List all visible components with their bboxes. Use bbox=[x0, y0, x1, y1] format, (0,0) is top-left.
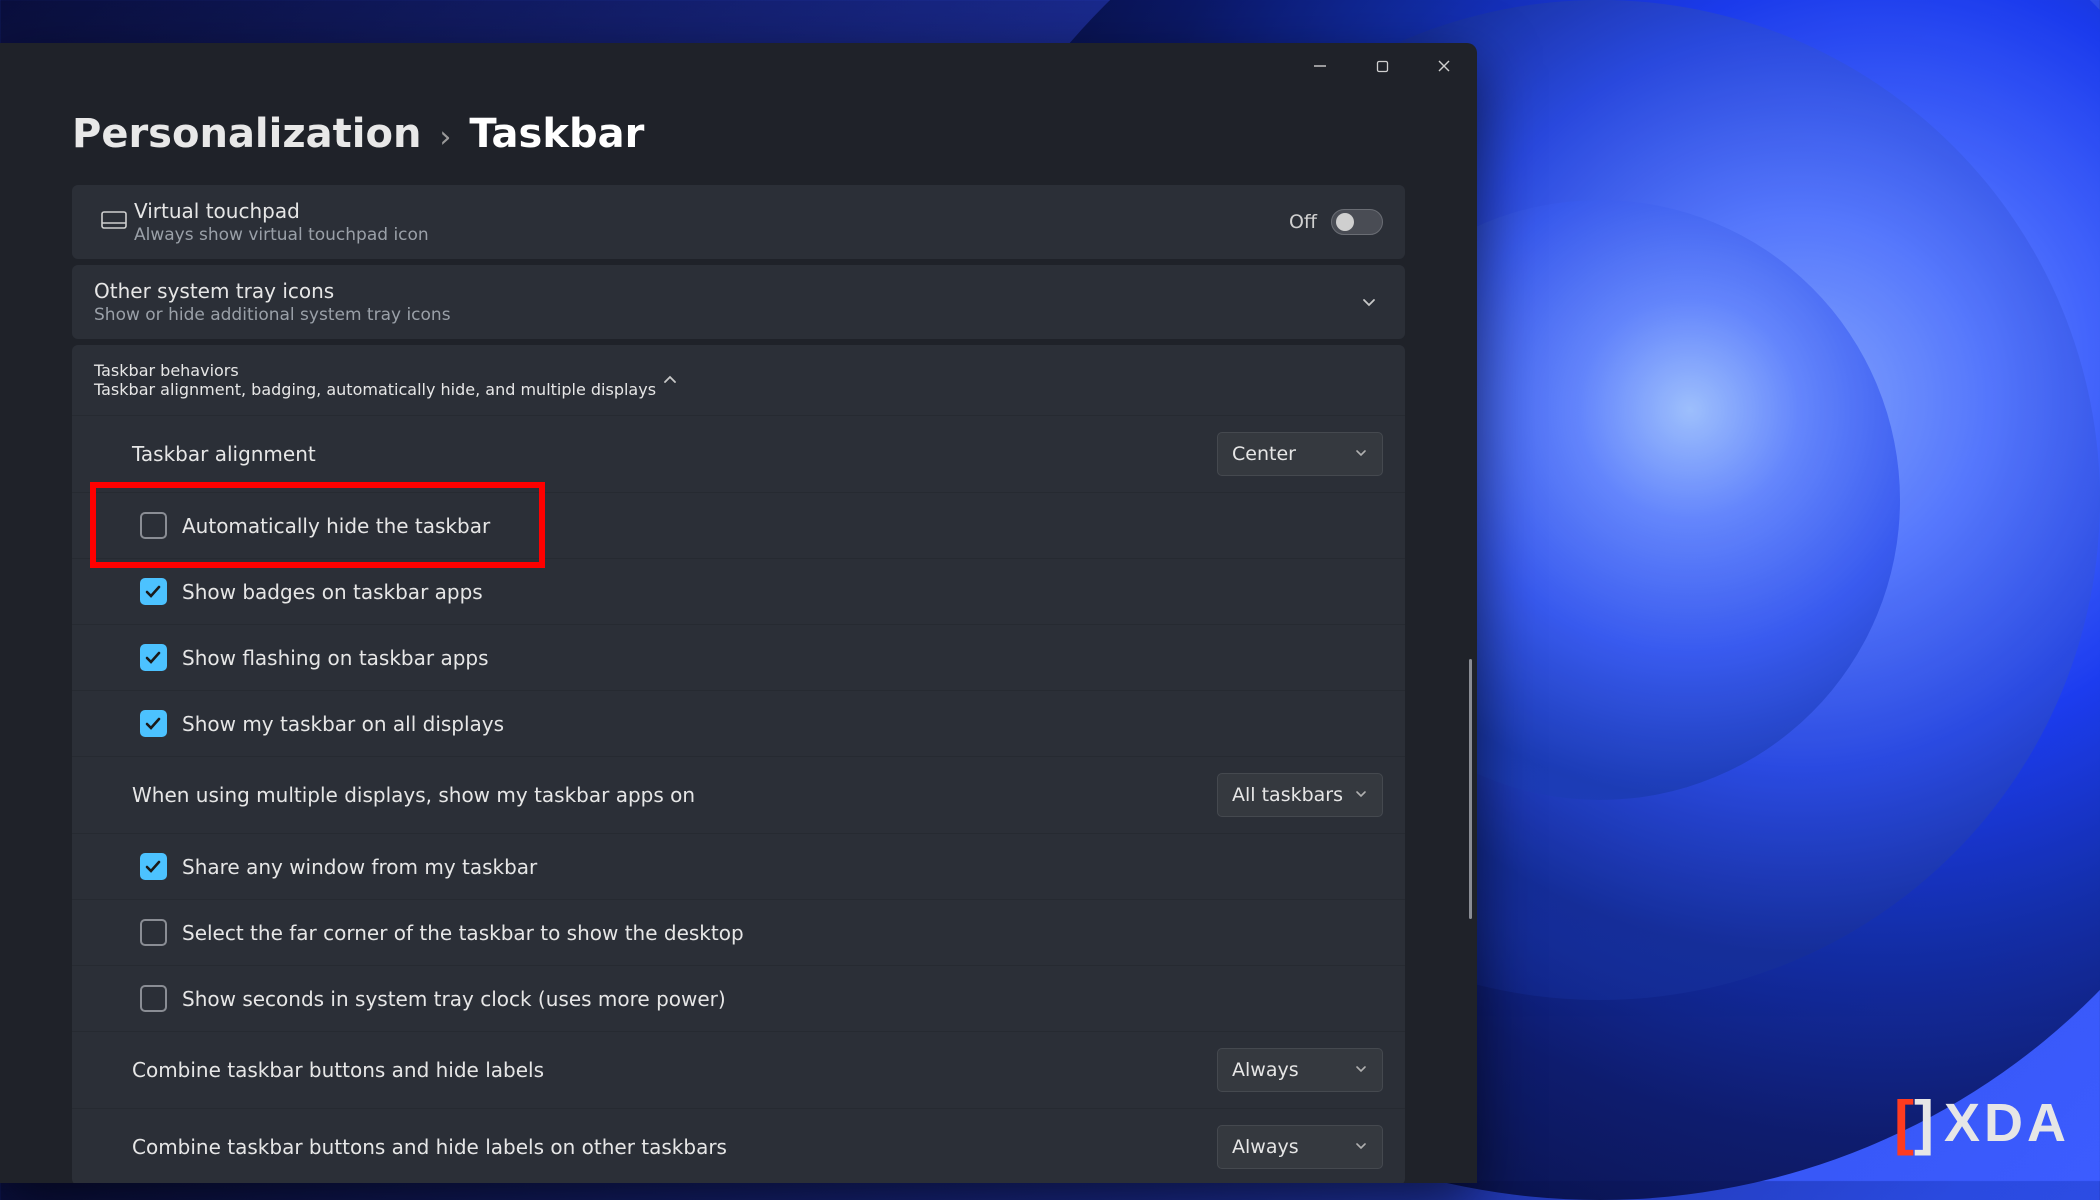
virtual-touchpad-state: Off bbox=[1289, 211, 1317, 233]
window-content: Personalization › Taskbar Virtual touchp… bbox=[0, 89, 1477, 1183]
show-all-displays-row[interactable]: Show my taskbar on all displays bbox=[72, 690, 1405, 756]
virtual-touchpad-panel: Virtual touchpad Always show virtual tou… bbox=[72, 185, 1405, 259]
show-badges-checkbox[interactable] bbox=[140, 578, 167, 605]
virtual-touchpad-title: Virtual touchpad bbox=[134, 199, 1289, 223]
show-seconds-label: Show seconds in system tray clock (uses … bbox=[174, 987, 1383, 1011]
multi-display-apps-value: All taskbars bbox=[1232, 784, 1343, 806]
share-window-label: Share any window from my taskbar bbox=[174, 855, 1383, 879]
page-title: Taskbar bbox=[469, 111, 644, 157]
window-titlebar bbox=[0, 43, 1477, 89]
far-corner-checkbox[interactable] bbox=[140, 919, 167, 946]
combine-other-label: Combine taskbar buttons and hide labels … bbox=[132, 1135, 1217, 1159]
show-flashing-label: Show flashing on taskbar apps bbox=[174, 646, 1383, 670]
show-flashing-row[interactable]: Show flashing on taskbar apps bbox=[72, 624, 1405, 690]
combine-buttons-select[interactable]: Always bbox=[1217, 1048, 1383, 1092]
far-corner-row[interactable]: Select the far corner of the taskbar to … bbox=[72, 899, 1405, 965]
taskbar-alignment-select[interactable]: Center bbox=[1217, 432, 1383, 476]
show-badges-row[interactable]: Show badges on taskbar apps bbox=[72, 558, 1405, 624]
maximize-button[interactable] bbox=[1351, 43, 1413, 89]
combine-buttons-value: Always bbox=[1232, 1059, 1299, 1081]
chevron-down-icon bbox=[1354, 443, 1368, 465]
auto-hide-checkbox[interactable] bbox=[140, 512, 167, 539]
show-flashing-checkbox[interactable] bbox=[140, 644, 167, 671]
virtual-touchpad-toggle[interactable] bbox=[1331, 209, 1383, 235]
show-seconds-row[interactable]: Show seconds in system tray clock (uses … bbox=[72, 965, 1405, 1031]
combine-buttons-label: Combine taskbar buttons and hide labels bbox=[132, 1058, 1217, 1082]
scrollbar-thumb[interactable] bbox=[1469, 659, 1472, 919]
close-button[interactable] bbox=[1413, 43, 1475, 89]
touchpad-icon bbox=[94, 211, 134, 233]
multi-display-apps-row: When using multiple displays, show my ta… bbox=[72, 756, 1405, 833]
taskbar-behaviors-header[interactable]: Taskbar behaviors Taskbar alignment, bad… bbox=[72, 345, 1405, 415]
taskbar-behaviors-title: Taskbar behaviors bbox=[94, 361, 656, 380]
chevron-down-icon bbox=[1354, 784, 1368, 806]
far-corner-label: Select the far corner of the taskbar to … bbox=[174, 921, 1383, 945]
chevron-down-icon bbox=[1354, 1059, 1368, 1081]
multi-display-apps-label: When using multiple displays, show my ta… bbox=[132, 783, 1217, 807]
share-window-row[interactable]: Share any window from my taskbar bbox=[72, 833, 1405, 899]
other-tray-row[interactable]: Other system tray icons Show or hide add… bbox=[72, 265, 1405, 339]
show-all-displays-checkbox[interactable] bbox=[140, 710, 167, 737]
show-all-displays-label: Show my taskbar on all displays bbox=[174, 712, 1383, 736]
multi-display-apps-select[interactable]: All taskbars bbox=[1217, 773, 1383, 817]
other-tray-subtitle: Show or hide additional system tray icon… bbox=[94, 305, 1355, 325]
virtual-touchpad-row[interactable]: Virtual touchpad Always show virtual tou… bbox=[72, 185, 1405, 259]
taskbar-behaviors-subtitle: Taskbar alignment, badging, automaticall… bbox=[94, 380, 656, 399]
taskbar-behaviors-panel: Taskbar behaviors Taskbar alignment, bad… bbox=[72, 345, 1405, 1183]
share-window-checkbox[interactable] bbox=[140, 853, 167, 880]
taskbar-alignment-label: Taskbar alignment bbox=[132, 442, 1217, 466]
auto-hide-label: Automatically hide the taskbar bbox=[174, 514, 1383, 538]
chevron-down-icon bbox=[1355, 288, 1383, 316]
other-tray-title: Other system tray icons bbox=[94, 279, 1355, 303]
taskbar-alignment-row: Taskbar alignment Center bbox=[72, 415, 1405, 492]
show-seconds-checkbox[interactable] bbox=[140, 985, 167, 1012]
combine-other-select[interactable]: Always bbox=[1217, 1125, 1383, 1169]
combine-buttons-row: Combine taskbar buttons and hide labels … bbox=[72, 1031, 1405, 1108]
breadcrumb-root[interactable]: Personalization bbox=[72, 111, 421, 157]
chevron-up-icon bbox=[656, 366, 684, 394]
combine-other-value: Always bbox=[1232, 1136, 1299, 1158]
minimize-button[interactable] bbox=[1289, 43, 1351, 89]
settings-window: Personalization › Taskbar Virtual touchp… bbox=[0, 43, 1477, 1183]
virtual-touchpad-subtitle: Always show virtual touchpad icon bbox=[134, 225, 1289, 245]
show-badges-label: Show badges on taskbar apps bbox=[174, 580, 1383, 604]
chevron-down-icon bbox=[1354, 1136, 1368, 1158]
combine-other-row: Combine taskbar buttons and hide labels … bbox=[72, 1108, 1405, 1183]
auto-hide-taskbar-row[interactable]: Automatically hide the taskbar bbox=[72, 492, 1405, 558]
xda-watermark: []XDA bbox=[1894, 1088, 2070, 1157]
other-tray-panel: Other system tray icons Show or hide add… bbox=[72, 265, 1405, 339]
breadcrumb: Personalization › Taskbar bbox=[72, 111, 1405, 157]
breadcrumb-separator-icon: › bbox=[439, 120, 451, 155]
taskbar-alignment-value: Center bbox=[1232, 443, 1296, 465]
